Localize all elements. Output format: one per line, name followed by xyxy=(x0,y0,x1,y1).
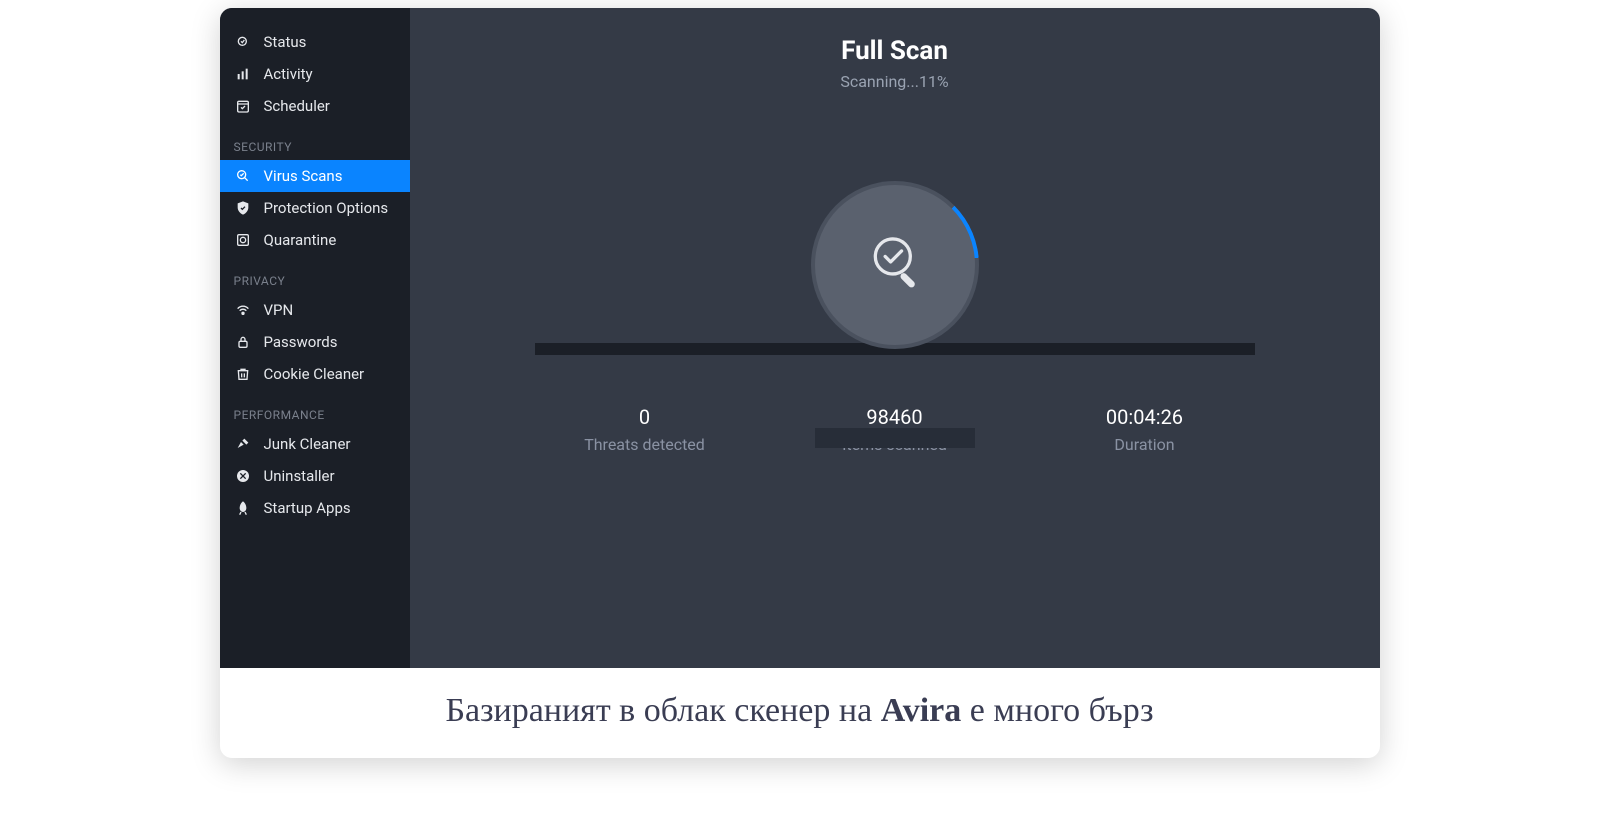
magnifier-check-icon xyxy=(860,228,930,302)
sidebar-heading-security: SECURITY xyxy=(220,122,410,160)
passwords-icon xyxy=(234,333,252,351)
stat-value: 0 xyxy=(520,405,770,429)
sidebar-item-label: Cookie Cleaner xyxy=(264,365,365,383)
stat-duration: 00:04:26 Duration xyxy=(1020,405,1270,454)
sidebar-item-virus-scans[interactable]: Virus Scans xyxy=(220,160,410,192)
sidebar-item-scheduler[interactable]: Scheduler xyxy=(220,90,410,122)
sidebar-item-uninstaller[interactable]: Uninstaller xyxy=(220,460,410,492)
sidebar-item-startup-apps[interactable]: Startup Apps xyxy=(220,492,410,524)
stat-value: 00:04:26 xyxy=(1020,405,1270,429)
sidebar-item-label: Protection Options xyxy=(264,199,389,217)
caption-brand: Avira xyxy=(881,692,962,729)
sidebar-item-label: VPN xyxy=(264,301,294,319)
sidebar-heading-privacy: PRIVACY xyxy=(220,256,410,294)
sidebar-item-label: Quarantine xyxy=(264,231,337,249)
screenshot-card: Status Activity Scheduler SECURITY xyxy=(220,8,1380,758)
sidebar: Status Activity Scheduler SECURITY xyxy=(220,8,410,668)
sidebar-item-passwords[interactable]: Passwords xyxy=(220,326,410,358)
protection-icon xyxy=(234,199,252,217)
uninstaller-icon xyxy=(234,467,252,485)
sidebar-item-junk-cleaner[interactable]: Junk Cleaner xyxy=(220,428,410,460)
scheduler-icon xyxy=(234,97,252,115)
stat-value: 98460 xyxy=(770,405,1020,429)
sidebar-item-activity[interactable]: Activity xyxy=(220,58,410,90)
caption-pre: Базираният в облак скенер на xyxy=(445,692,880,729)
caption-post: е много бърз xyxy=(961,692,1153,729)
sidebar-item-label: Scheduler xyxy=(264,97,330,115)
scan-title: Full Scan xyxy=(841,36,948,66)
app-window: Status Activity Scheduler SECURITY xyxy=(220,8,1380,668)
vpn-icon xyxy=(234,301,252,319)
sidebar-item-label: Junk Cleaner xyxy=(264,435,351,453)
sidebar-item-label: Virus Scans xyxy=(264,167,343,185)
sidebar-item-quarantine[interactable]: Quarantine xyxy=(220,224,410,256)
sidebar-item-cookie-cleaner[interactable]: Cookie Cleaner xyxy=(220,358,410,390)
quarantine-icon xyxy=(234,231,252,249)
virus-scans-icon xyxy=(234,167,252,185)
scan-progress-indicator xyxy=(811,181,979,349)
main-panel: Full Scan Scanning...11% xyxy=(410,8,1380,668)
stat-label: Duration xyxy=(1020,435,1270,454)
sidebar-item-vpn[interactable]: VPN xyxy=(220,294,410,326)
junk-cleaner-icon xyxy=(234,435,252,453)
sidebar-item-label: Status xyxy=(264,33,307,51)
stat-threats: 0 Threats detected xyxy=(520,405,770,454)
sidebar-item-label: Uninstaller xyxy=(264,467,335,485)
startup-apps-icon xyxy=(234,499,252,517)
sidebar-item-status[interactable]: Status xyxy=(220,26,410,58)
status-icon xyxy=(234,33,252,51)
sidebar-item-label: Passwords xyxy=(264,333,338,351)
sidebar-item-label: Startup Apps xyxy=(264,499,351,517)
activity-icon xyxy=(234,65,252,83)
sidebar-heading-performance: PERFORMANCE xyxy=(220,390,410,428)
cookie-cleaner-icon xyxy=(234,365,252,383)
stat-label: Threats detected xyxy=(520,435,770,454)
scan-action-area[interactable] xyxy=(815,428,975,448)
scan-status: Scanning...11% xyxy=(840,72,948,91)
scan-progress-center xyxy=(815,185,975,345)
scan-progress-ring-bg xyxy=(811,181,979,349)
sidebar-item-label: Activity xyxy=(264,65,313,83)
sidebar-item-protection-options[interactable]: Protection Options xyxy=(220,192,410,224)
caption-bar: Базираният в облак скенер на Avira е мно… xyxy=(220,668,1380,758)
